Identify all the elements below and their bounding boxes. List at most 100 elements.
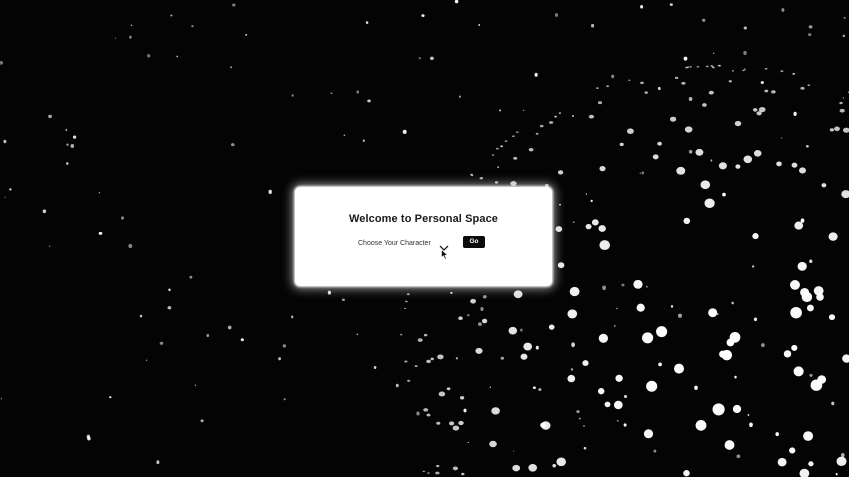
star: [572, 221, 575, 223]
star: [168, 288, 171, 292]
star: [450, 291, 453, 294]
star: [713, 52, 715, 54]
globe-dot: [417, 338, 423, 342]
globe-dot: [588, 114, 595, 119]
star: [616, 419, 619, 422]
globe-dot: [807, 84, 811, 87]
star: [513, 450, 515, 452]
star: [497, 166, 500, 169]
star: [4, 196, 6, 198]
star: [576, 410, 580, 414]
star: [367, 99, 371, 103]
character-select-row: Choose Your Character Go: [295, 236, 552, 251]
star: [583, 425, 585, 427]
globe-dot: [426, 413, 431, 417]
globe-dot: [808, 461, 814, 467]
star: [614, 325, 616, 327]
star: [167, 306, 172, 310]
globe-dot: [708, 90, 714, 95]
globe-dot: [724, 440, 735, 450]
globe-dot: [669, 116, 677, 122]
globe-dot: [523, 342, 533, 351]
globe-dot: [674, 76, 679, 80]
globe-dot: [758, 107, 766, 113]
globe-dot: [695, 420, 707, 431]
star: [0, 397, 3, 400]
go-button[interactable]: Go: [463, 236, 485, 248]
globe-dot: [569, 286, 580, 297]
star: [678, 313, 682, 318]
globe-dot: [427, 472, 430, 474]
globe-dot: [839, 108, 845, 113]
globe-dot: [599, 166, 606, 172]
star: [749, 422, 753, 428]
globe-dot: [452, 425, 460, 431]
globe-dot: [633, 279, 643, 289]
globe-dot: [793, 366, 804, 377]
star: [278, 357, 281, 361]
star: [48, 114, 53, 119]
star: [463, 408, 467, 413]
star: [658, 362, 662, 367]
globe-dot: [817, 375, 827, 384]
globe-dot: [470, 298, 476, 304]
globe-dot: [458, 316, 463, 320]
star: [66, 143, 69, 146]
globe-dot: [771, 90, 776, 94]
globe-dot: [780, 70, 784, 73]
star: [554, 115, 557, 118]
globe-dot: [475, 347, 483, 354]
globe-dot: [797, 261, 807, 271]
space-background: Welcome to Personal Space Choose Your Ch…: [0, 0, 849, 477]
globe-dot: [674, 363, 684, 374]
star: [688, 97, 693, 101]
globe-dot: [792, 73, 796, 75]
globe-dot: [495, 147, 499, 150]
globe-dot: [512, 464, 521, 472]
star: [114, 37, 117, 39]
globe-dot: [504, 140, 508, 142]
star: [621, 283, 625, 287]
star: [843, 17, 846, 19]
globe-dot: [481, 318, 488, 324]
star: [121, 216, 124, 220]
chevron-down-icon[interactable]: [439, 239, 449, 251]
globe-dot: [828, 232, 838, 241]
globe-dot: [597, 101, 603, 105]
star: [683, 56, 688, 61]
star: [139, 314, 143, 318]
star: [793, 111, 797, 116]
globe-dot: [422, 470, 426, 473]
star: [743, 50, 747, 56]
star: [145, 359, 148, 362]
star: [842, 34, 846, 38]
globe-dot: [423, 408, 429, 412]
globe-dot: [405, 300, 408, 303]
star: [206, 333, 210, 338]
globe-dot: [598, 333, 609, 343]
globe-dot: [556, 457, 566, 467]
star: [800, 218, 805, 223]
globe-dot: [535, 132, 539, 135]
star: [402, 129, 407, 134]
star: [480, 307, 484, 311]
star: [499, 109, 501, 112]
star: [532, 386, 536, 390]
globe-dot: [452, 466, 459, 471]
star: [0, 61, 3, 65]
star: [341, 298, 345, 301]
globe-dot: [764, 89, 769, 93]
star: [809, 259, 813, 264]
star: [240, 338, 244, 342]
globe-dot: [798, 167, 807, 174]
globe-dot: [436, 464, 440, 468]
globe-dot: [752, 108, 758, 112]
star: [602, 285, 607, 291]
globe-dot: [791, 344, 798, 351]
globe-dot: [582, 360, 589, 367]
globe-dot: [508, 326, 518, 335]
star: [583, 446, 587, 450]
character-select[interactable]: Choose Your Character: [358, 236, 449, 251]
star: [356, 333, 359, 336]
star: [775, 432, 779, 437]
